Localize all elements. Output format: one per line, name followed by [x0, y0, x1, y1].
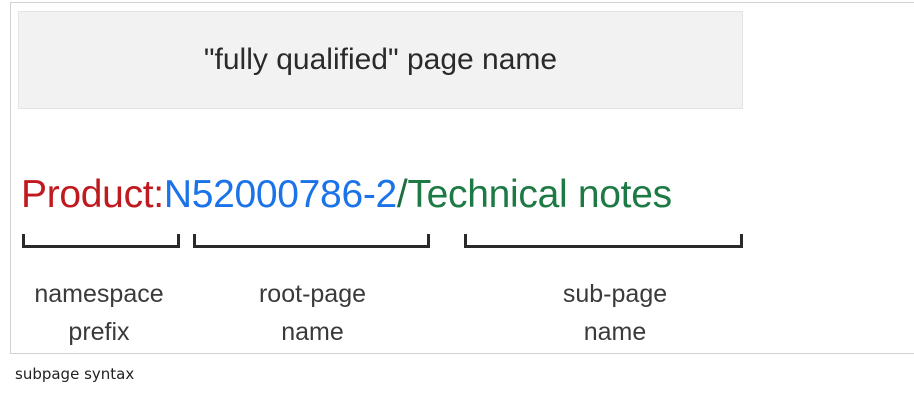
title-text: "fully qualified" page name — [203, 43, 558, 76]
root-page-segment: N52000786-2 — [163, 173, 397, 216]
sub-page-segment: Technical notes — [407, 173, 672, 216]
sub-page-label: sub-page name — [515, 275, 715, 351]
prefix-bracket — [22, 234, 180, 248]
root-page-label: root-page name — [220, 275, 405, 351]
figure-caption: subpage syntax — [15, 365, 135, 383]
namespace-prefix-label-line-1: namespace — [34, 280, 164, 308]
namespace-prefix-label: namespace prefix — [11, 275, 187, 351]
separator-segment: / — [396, 173, 408, 216]
namespace-prefix-segment: Product: — [21, 173, 164, 216]
sub-page-label-line-2: name — [583, 318, 647, 346]
namespace-prefix-label-line-2: prefix — [68, 318, 130, 346]
sub-page-label-line-1: sub-page — [562, 280, 668, 308]
sub-page-bracket — [464, 234, 743, 248]
root-page-bracket — [193, 234, 430, 248]
page-name-example: Product:N52000786-2/Technical notes — [21, 171, 672, 219]
root-page-label-line-2: name — [281, 318, 344, 346]
title-box: "fully qualified" page name — [18, 11, 743, 109]
root-page-label-line-1: root-page — [258, 280, 367, 308]
